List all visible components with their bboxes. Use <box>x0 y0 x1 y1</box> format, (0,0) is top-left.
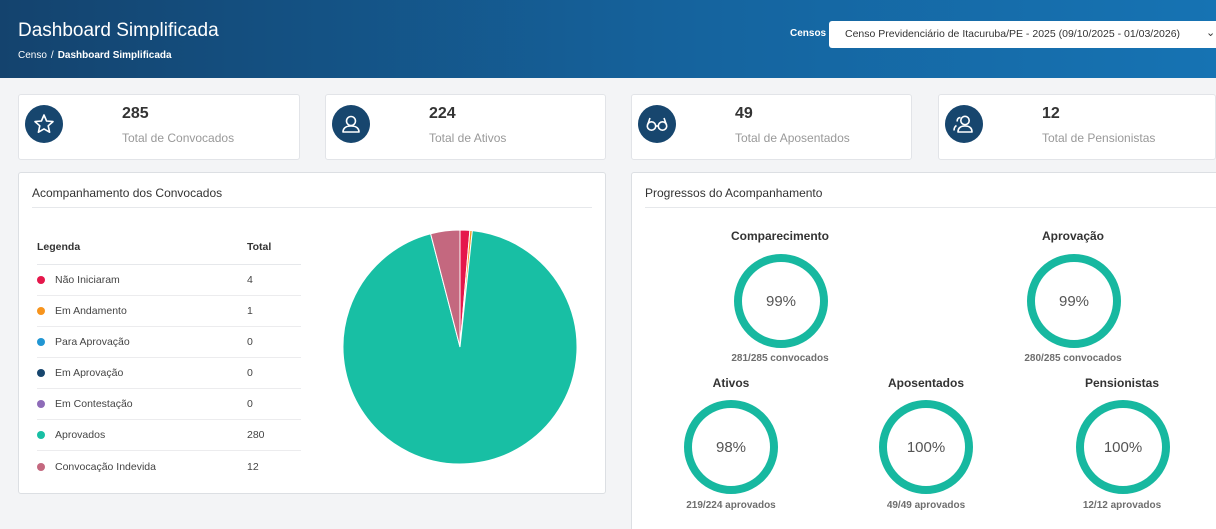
ring-percent: 100% <box>906 438 946 456</box>
ring-circle: 100% <box>1076 400 1170 494</box>
legend-row-para-aprovacao: Para Aprovação 0 <box>37 327 301 358</box>
legend-dot <box>37 338 45 346</box>
breadcrumb-current: Dashboard Simplificada <box>57 50 172 61</box>
ring-circle: 99% <box>734 254 828 348</box>
stat-label: Total de Aposentados <box>735 131 850 145</box>
user-icon <box>332 105 370 143</box>
breadcrumb: Censo / Dashboard Simplificada <box>18 50 172 61</box>
legend-row-em-andamento: Em Andamento 1 <box>37 296 301 327</box>
legend-row-nao-iniciaram: Não Iniciaram 4 <box>37 265 301 296</box>
legend-table: Legenda Total Não Iniciaram 4 Em Andamen… <box>37 229 301 482</box>
legend-total: 0 <box>247 398 253 410</box>
stat-card-pensionistas: 12 Total de Pensionistas <box>938 94 1216 160</box>
panel-title: Acompanhamento dos Convocados <box>32 186 223 200</box>
stat-card-ativos: 224 Total de Ativos <box>325 94 606 160</box>
divider <box>645 207 1216 208</box>
ring-percent: 98% <box>715 438 747 456</box>
progress-ring-pensionistas: Pensionistas 100% 12/12 aprovados <box>1049 376 1195 516</box>
users-icon <box>945 105 983 143</box>
page-header: Dashboard Simplificada Censo / Dashboard S… <box>0 0 1216 78</box>
stat-value: 285 <box>122 105 149 122</box>
legend-label: Em Aprovação <box>55 367 124 379</box>
ring-percent: 100% <box>1103 438 1143 456</box>
ring-title: Ativos <box>712 376 750 390</box>
ring-subtitle: 281/285 convocados <box>731 353 829 364</box>
convocados-panel: Acompanhamento dos Convocados Legenda To… <box>18 172 606 494</box>
page-title: Dashboard Simplificada <box>18 20 219 41</box>
legend-total: 1 <box>247 305 253 317</box>
ring-percent: 99% <box>765 292 797 310</box>
progress-ring-comparecimento: Comparecimento 99% 281/285 convocados <box>707 229 853 369</box>
legend-total: 12 <box>247 460 259 473</box>
stat-value: 224 <box>429 105 456 122</box>
stat-label: Total de Pensionistas <box>1042 131 1156 145</box>
ring-circle: 98% <box>684 400 778 494</box>
column-header-total: Total <box>247 240 272 253</box>
progress-ring-ativos: Ativos 98% 219/224 aprovados <box>658 376 804 516</box>
divider <box>32 207 592 208</box>
star-icon <box>25 105 63 143</box>
breadcrumb-separator: / <box>50 50 54 61</box>
legend-label: Em Andamento <box>55 305 127 317</box>
ring-title: Aprovação <box>1041 229 1105 243</box>
legend-total: 0 <box>247 367 253 379</box>
legend-total: 4 <box>247 274 253 286</box>
panel-title: Progressos do Acompanhamento <box>645 186 823 200</box>
ring-subtitle: 49/49 aprovados <box>886 500 966 511</box>
legend-label: Em Contestação <box>55 398 133 410</box>
legend-total: 280 <box>247 429 265 441</box>
legend-row-em-contestacao: Em Contestação 0 <box>37 389 301 420</box>
legend-label: Para Aprovação <box>55 336 130 348</box>
progress-ring-aprovacao: Aprovação 99% 280/285 convocados <box>1000 229 1146 369</box>
chevron-down-icon: ⌄ <box>1206 27 1216 39</box>
ring-subtitle: 280/285 convocados <box>1024 353 1122 364</box>
ring-title: Pensionistas <box>1084 376 1160 390</box>
stat-label: Total de Ativos <box>429 131 507 145</box>
ring-percent: 99% <box>1058 292 1090 310</box>
ring-title: Aposentados <box>887 376 964 390</box>
legend-row-em-aprovacao: Em Aprovação 0 <box>37 358 301 389</box>
ring-circle: 99% <box>1027 254 1121 348</box>
legend-row-convocacao-indevida: Convocação Indevida 12 <box>37 451 301 482</box>
stat-value: 49 <box>735 105 753 122</box>
legend-dot <box>37 307 45 315</box>
column-header-legenda: Legenda <box>37 240 81 253</box>
stat-card-aposentados: 49 Total de Aposentados <box>631 94 912 160</box>
ring-circle: 100% <box>879 400 973 494</box>
stat-label: Total de Convocados <box>122 131 235 145</box>
breadcrumb-root[interactable]: Censo <box>18 50 47 61</box>
legend-dot <box>37 400 45 408</box>
stat-value: 12 <box>1042 105 1060 122</box>
legend-label: Não Iniciaram <box>55 274 120 286</box>
progress-ring-aposentados: Aposentados 100% 49/49 aprovados <box>853 376 999 516</box>
legend-label: Convocação Indevida <box>55 460 156 473</box>
legend-header: Legenda Total <box>37 229 301 265</box>
convocados-pie-chart <box>342 229 578 465</box>
legend-dot <box>37 462 45 471</box>
ring-title: Comparecimento <box>730 229 830 243</box>
stat-card-convocados: 285 Total de Convocados <box>18 94 300 160</box>
legend-label: Aprovados <box>55 429 106 441</box>
legend-total: 0 <box>247 336 253 348</box>
progress-panel: Progressos do Acompanhamento Comparecime… <box>631 172 1216 529</box>
censos-selected-value: Censo Previdenciário de Itacuruba/PE - 2… <box>845 28 1181 40</box>
censos-label: Censos <box>790 28 827 39</box>
legend-dot <box>37 276 45 284</box>
glasses-icon <box>638 105 676 143</box>
legend-row-aprovados: Aprovados 280 <box>37 420 301 451</box>
censos-select[interactable]: Censo Previdenciário de Itacuruba/PE - 2… <box>829 21 1216 48</box>
legend-dot <box>37 431 45 439</box>
ring-subtitle: 219/224 aprovados <box>686 500 776 511</box>
ring-subtitle: 12/12 aprovados <box>1082 500 1162 511</box>
legend-dot <box>37 369 45 377</box>
